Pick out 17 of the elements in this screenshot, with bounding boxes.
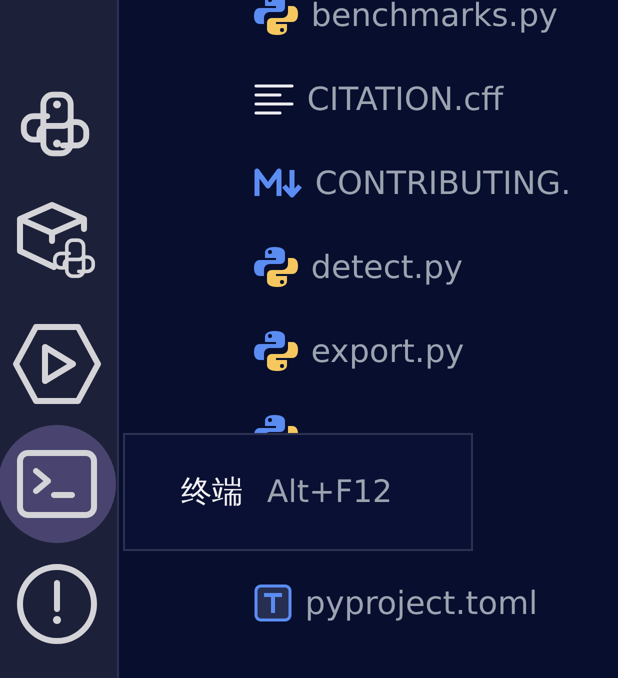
file-name[interactable]: CITATION.cff bbox=[307, 80, 504, 118]
text-file-icon bbox=[254, 83, 294, 115]
markdown-file-icon bbox=[254, 168, 302, 198]
terminal-icon bbox=[16, 449, 98, 519]
shortcut-text: Alt+F12 bbox=[267, 474, 392, 510]
play-hexagon-icon bbox=[12, 323, 102, 405]
warning-icon bbox=[16, 563, 98, 645]
file-name[interactable]: pyproject.toml bbox=[305, 584, 538, 622]
file-name[interactable]: CONTRIBUTING. bbox=[315, 164, 571, 202]
tooltip-label: 终端 bbox=[181, 473, 243, 512]
python-file-icon bbox=[254, 245, 298, 289]
file-name[interactable]: detect.py bbox=[311, 248, 463, 286]
python-file-icon bbox=[254, 329, 298, 373]
file-name[interactable]: benchmarks.py bbox=[311, 0, 558, 34]
file-name[interactable]: export.py bbox=[311, 332, 464, 370]
python-file-icon bbox=[254, 0, 298, 37]
toml-file-icon bbox=[254, 584, 292, 622]
